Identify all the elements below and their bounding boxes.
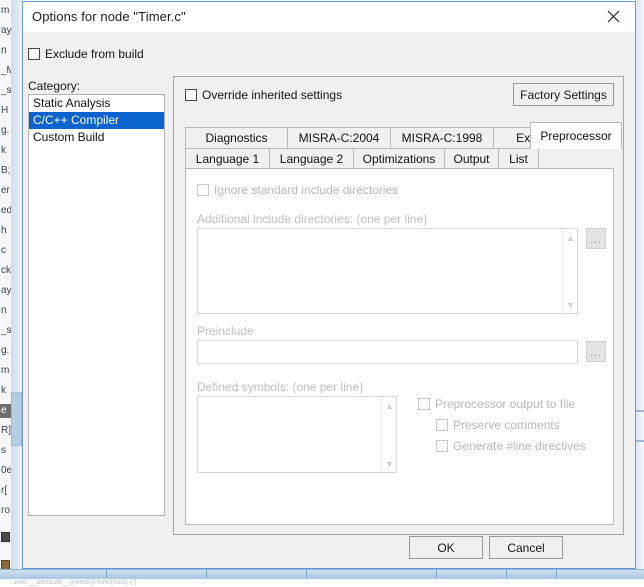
background-marker-icon xyxy=(1,532,10,542)
override-inherited-settings-checkbox[interactable]: Override inherited settings xyxy=(185,88,342,102)
preprocessor-output-to-file-checkbox[interactable]: Preprocessor output to file xyxy=(418,397,575,411)
ignore-standard-includes-label: Ignore standard include directories xyxy=(214,183,399,197)
checkbox-box-icon xyxy=(418,398,430,410)
preinclude-input[interactable] xyxy=(197,340,578,364)
defined-symbols-scrollbar[interactable]: ▲ ▼ xyxy=(381,397,396,472)
preprocessor-output-to-file-label: Preprocessor output to file xyxy=(435,397,576,411)
ignore-standard-includes-checkbox[interactable]: Ignore standard include directories xyxy=(197,183,398,197)
tab-diagnostics[interactable]: Diagnostics xyxy=(185,127,288,148)
additional-includes-textarea[interactable]: ▲ ▼ xyxy=(197,228,578,314)
background-status-text: void __attribute__((weak)) func(void) { … xyxy=(14,579,137,586)
background-tick xyxy=(306,570,307,578)
category-listbox[interactable]: Static Analysis C/C++ Compiler Custom Bu… xyxy=(28,94,165,516)
tab-language-2[interactable]: Language 2 xyxy=(269,148,354,169)
additional-includes-scrollbar[interactable]: ▲ ▼ xyxy=(562,229,577,313)
generate-line-directives-checkbox[interactable]: Generate #line directives xyxy=(436,439,586,453)
background-right-mark xyxy=(636,410,644,412)
tab-list[interactable]: List xyxy=(498,148,539,169)
chevron-up-icon[interactable]: ▲ xyxy=(382,398,397,413)
checkbox-box-icon xyxy=(28,48,40,60)
background-scrollbar-track[interactable] xyxy=(11,0,22,569)
close-icon[interactable] xyxy=(591,2,635,31)
tab-optimizations[interactable]: Optimizations xyxy=(353,148,445,169)
cancel-button[interactable]: Cancel xyxy=(489,536,563,559)
options-dialog: Options for node "Timer.c" Exclude from … xyxy=(22,1,636,569)
override-inherited-settings-label: Override inherited settings xyxy=(202,88,343,102)
defined-symbols-textarea[interactable]: ▲ ▼ xyxy=(197,396,397,473)
ok-button[interactable]: OK xyxy=(409,536,483,559)
preinclude-browse-button[interactable]: ... xyxy=(586,341,606,362)
background-tick xyxy=(556,570,557,578)
preserve-comments-label: Preserve comments xyxy=(453,418,560,432)
checkbox-box-icon xyxy=(197,184,209,196)
background-right-mark xyxy=(636,440,644,442)
category-item-custom-build[interactable]: Custom Build xyxy=(29,129,164,146)
category-label: Category: xyxy=(28,79,81,93)
background-scrollbar-thumb[interactable] xyxy=(11,392,22,446)
checkbox-box-icon xyxy=(436,440,448,452)
additional-includes-label: Additional include directories: (one per… xyxy=(197,212,428,226)
background-right-gutter xyxy=(636,0,644,569)
preinclude-label: Preinclude xyxy=(197,324,254,338)
background-tick xyxy=(106,570,107,578)
exclude-from-build-label: Exclude from build xyxy=(45,47,144,61)
tab-strip: Diagnostics MISRA-C:2004 MISRA-C:1998 Ex… xyxy=(185,122,622,169)
chevron-up-icon[interactable]: ▲ xyxy=(563,230,578,245)
background-tick xyxy=(506,570,507,578)
tab-language-1[interactable]: Language 1 xyxy=(185,148,270,169)
background-tick xyxy=(206,570,207,578)
exclude-from-build-checkbox[interactable]: Exclude from build xyxy=(28,47,144,61)
tab-preprocessor[interactable]: Preprocessor xyxy=(530,122,622,149)
tab-misra-c-1998[interactable]: MISRA-C:1998 xyxy=(390,127,494,148)
category-item-c-cpp-compiler[interactable]: C/C++ Compiler xyxy=(29,112,164,129)
additional-includes-browse-button[interactable]: ... xyxy=(586,228,606,249)
dialog-title: Options for node "Timer.c" xyxy=(32,9,186,24)
checkbox-box-icon xyxy=(436,419,448,431)
tab-row-bottom: Language 1 Language 2 Optimizations Outp… xyxy=(185,148,539,169)
tab-misra-c-2004[interactable]: MISRA-C:2004 xyxy=(287,127,391,148)
defined-symbols-label: Defined symbols: (one per line) xyxy=(197,380,364,394)
chevron-down-icon[interactable]: ▼ xyxy=(382,456,397,471)
preprocessor-tab-page: Ignore standard include directories Addi… xyxy=(185,168,614,525)
background-horizontal-scrollbar[interactable] xyxy=(0,569,644,579)
preserve-comments-checkbox[interactable]: Preserve comments xyxy=(436,418,560,432)
factory-settings-button[interactable]: Factory Settings xyxy=(513,83,614,106)
background-tick xyxy=(436,570,437,578)
checkbox-box-icon xyxy=(185,89,197,101)
tab-output[interactable]: Output xyxy=(444,148,499,169)
dialog-body: Exclude from build Category: Static Anal… xyxy=(23,32,635,568)
dialog-titlebar: Options for node "Timer.c" xyxy=(23,2,635,32)
settings-groupbox: Override inherited settings Factory Sett… xyxy=(173,76,624,535)
generate-line-directives-label: Generate #line directives xyxy=(453,439,586,453)
category-item-static-analysis[interactable]: Static Analysis xyxy=(29,95,164,112)
chevron-down-icon[interactable]: ▼ xyxy=(563,297,578,312)
